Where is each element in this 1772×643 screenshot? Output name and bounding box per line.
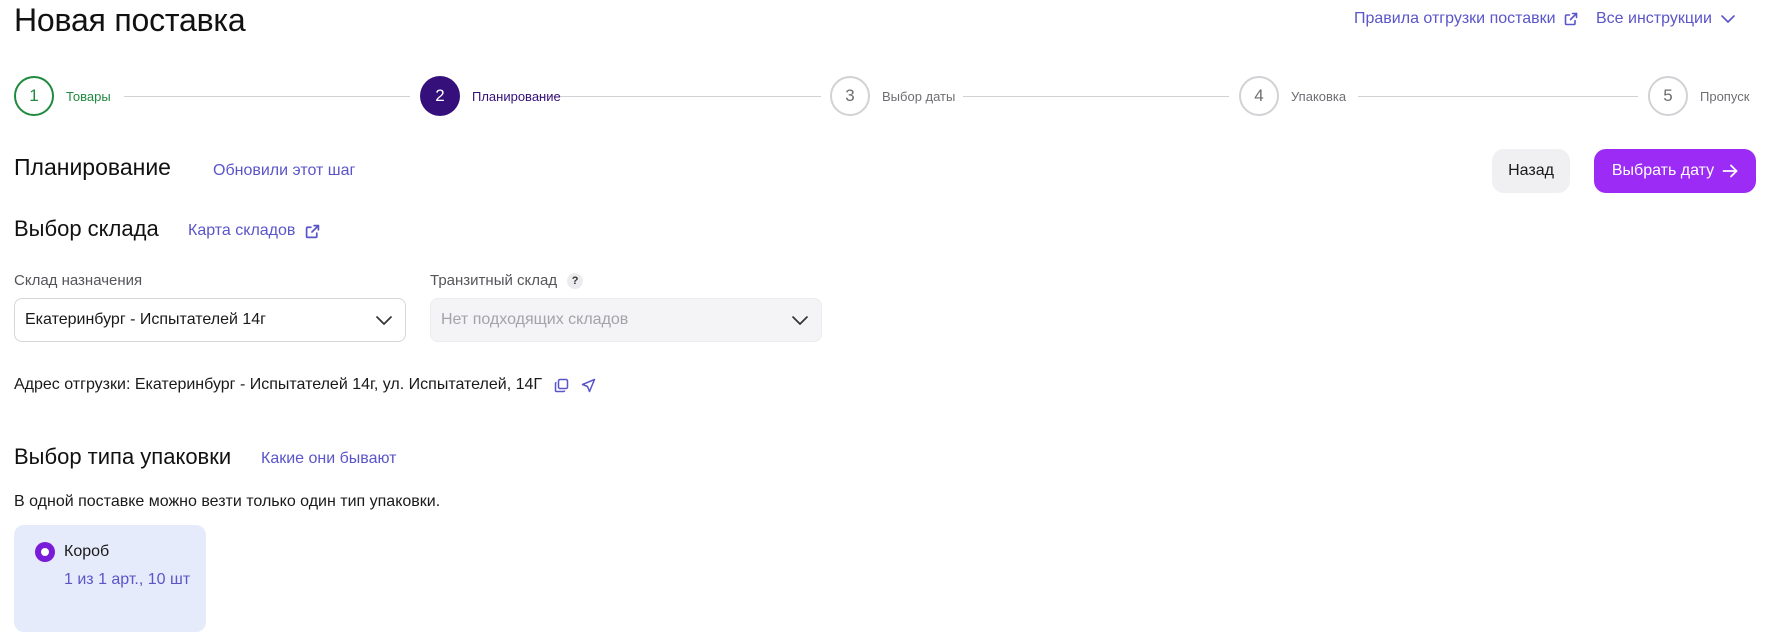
- chevron-down-icon: [376, 315, 392, 325]
- packaging-section-title: Выбор типа упаковки: [14, 444, 232, 469]
- packaging-option-name: Короб: [64, 543, 110, 560]
- page-title: Новая поставка: [14, 2, 246, 38]
- step-planning[interactable]: 2 Планирование: [420, 75, 561, 117]
- shipping-rules-link[interactable]: Правила отгрузки поставки: [1354, 10, 1578, 28]
- planning-title: Планирование: [14, 154, 171, 180]
- shipping-address-text: Адрес отгрузки: Екатеринбург - Испытател…: [14, 376, 543, 393]
- chevron-down-icon: [1721, 15, 1735, 23]
- step-date-selection[interactable]: 3 Выбор даты: [830, 75, 955, 117]
- transit-warehouse-label: Транзитный склад ?: [430, 272, 584, 289]
- packaging-types-link[interactable]: Какие они бывают: [261, 450, 396, 468]
- step-label: Товары: [66, 88, 111, 104]
- step-connector: [124, 96, 410, 97]
- warehouse-section-title: Выбор склада: [14, 216, 159, 241]
- step-number: 3: [830, 76, 870, 116]
- step-label: Планирование: [472, 88, 561, 104]
- external-link-icon: [306, 224, 320, 238]
- navigation-arrow-icon[interactable]: [581, 378, 596, 393]
- step-number: 4: [1239, 76, 1279, 116]
- header-links: Правила отгрузки поставки Все инструкции: [1312, 10, 1772, 34]
- step-pass[interactable]: 5 Пропуск: [1648, 75, 1749, 117]
- shipping-address: Адрес отгрузки: Екатеринбург - Испытател…: [14, 376, 596, 394]
- arrow-right-icon: [1722, 164, 1738, 178]
- radio-selected-icon[interactable]: [35, 542, 55, 562]
- step-number: 1: [14, 76, 54, 116]
- transit-warehouse-label-text: Транзитный склад: [430, 272, 558, 289]
- all-instructions-label: Все инструкции: [1596, 10, 1712, 27]
- step-goods[interactable]: 1 Товары: [14, 75, 111, 117]
- packaging-note: В одной поставке можно везти только один…: [14, 493, 441, 510]
- select-date-button[interactable]: Выбрать дату: [1594, 149, 1756, 193]
- external-link-icon: [1564, 12, 1577, 26]
- transit-warehouse-placeholder: Нет подходящих складов: [441, 311, 629, 328]
- chevron-down-icon: [792, 315, 808, 325]
- select-date-button-label: Выбрать дату: [1611, 162, 1715, 179]
- packaging-option-count: 1 из 1 арт., 10 шт: [64, 571, 191, 588]
- destination-warehouse-label: Склад назначения: [14, 272, 142, 289]
- step-label: Выбор даты: [882, 88, 956, 104]
- packaging-option-box[interactable]: Короб 1 из 1 арт., 10 шт: [14, 525, 206, 632]
- step-connector: [963, 96, 1229, 97]
- step-connector: [1358, 96, 1638, 97]
- step-connector: [536, 96, 821, 97]
- destination-warehouse-select[interactable]: Екатеринбург - Испытателей 14г: [14, 298, 406, 342]
- shipping-rules-link-label: Правила отгрузки поставки: [1354, 10, 1556, 27]
- new-supply-page: Новая поставка Правила отгрузки поставки…: [0, 0, 1772, 643]
- progress-stepper: 1 Товары 2 Планирование 3 Выбор даты 4 У…: [14, 75, 1758, 117]
- step-number: 5: [1648, 76, 1688, 116]
- step-number: 2: [420, 76, 460, 116]
- all-instructions-dropdown[interactable]: Все инструкции: [1596, 10, 1736, 28]
- warehouse-map-link[interactable]: Карта складов: [188, 222, 320, 240]
- step-packaging[interactable]: 4 Упаковка: [1239, 75, 1346, 117]
- back-button[interactable]: Назад: [1492, 149, 1570, 193]
- help-icon[interactable]: ?: [567, 272, 584, 289]
- copy-icon[interactable]: [554, 378, 569, 393]
- destination-warehouse-value: Екатеринбург - Испытателей 14г: [25, 311, 266, 328]
- step-label: Пропуск: [1700, 88, 1750, 104]
- warehouse-map-link-label: Карта складов: [188, 222, 296, 239]
- transit-warehouse-select: Нет подходящих складов: [430, 298, 822, 342]
- address-actions: [554, 378, 596, 393]
- destination-warehouse-label-text: Склад назначения: [14, 272, 143, 289]
- step-label: Упаковка: [1291, 88, 1347, 104]
- updated-step-link[interactable]: Обновили этот шаг: [213, 162, 355, 180]
